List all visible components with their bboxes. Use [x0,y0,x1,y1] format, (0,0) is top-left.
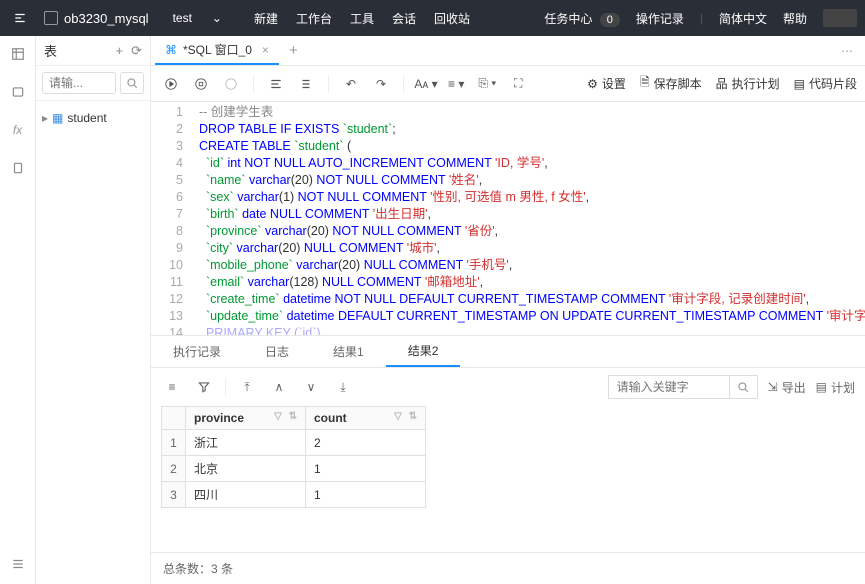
plan-icon: 品 [716,75,728,92]
code-snippet-button[interactable]: ▤代码片段 [794,75,857,92]
run-button[interactable] [159,72,183,96]
chevron-down-icon: ⌄ [212,11,222,25]
gear-icon: ⚙ [587,77,598,91]
row-number-header [162,407,186,430]
menu-tools[interactable]: 工具 [350,10,374,27]
table-row[interactable]: 3四川1 [162,482,426,508]
exec-plan-button[interactable]: 品执行计划 [716,75,780,92]
editor-tabbar: ⌘ *SQL 窗口_0 × + ⋯ [151,36,865,66]
save-script-button[interactable]: 🗎保存脚本 [640,73,702,94]
results-tab-0[interactable]: 执行记录 [151,336,243,367]
menu-new[interactable]: 新建 [254,10,278,27]
column-header[interactable]: province▽ ⇅ [186,407,306,430]
table-row[interactable]: 2北京1 [162,456,426,482]
format-button[interactable] [264,72,288,96]
sidebar-refresh-button[interactable]: ⟳ [131,43,142,59]
stop-button[interactable] [219,72,243,96]
case-button[interactable]: Aᴀ ▾ [414,72,438,96]
scroll-up-button[interactable]: ∧ [268,376,290,398]
task-count-badge: 0 [600,13,620,27]
indent-button[interactable] [294,72,318,96]
indent-settings-button[interactable]: ≡ ▾ [444,72,468,96]
rail-collapse-icon[interactable] [10,556,26,572]
results-tabbar: 执行记录日志结果1结果2 [151,336,865,368]
tree-item-student[interactable]: ▸ ▦ student [42,109,144,127]
rail-clipboard-icon[interactable] [10,160,26,176]
results-tab-3[interactable]: 结果2 [386,336,461,367]
expand-button[interactable]: ⛶ [506,72,530,96]
results-tab-1[interactable]: 日志 [243,336,311,367]
scroll-down-button[interactable]: ∨ [300,376,322,398]
plan-button[interactable]: ▤计划 [816,379,855,396]
sql-editor[interactable]: 1234567891011121314 -- 创建学生表DROP TABLE I… [151,102,865,336]
scroll-bottom-button[interactable]: ⤓ [332,376,354,398]
menu-workspace[interactable]: 工作台 [296,10,332,27]
search-icon[interactable] [729,376,757,398]
editor-toolbar: ↶ ↷ Aᴀ ▾ ≡ ▾ ⎘ ▾ ⛶ ⚙设置 🗎保存脚本 品执行计划 ▤代码片段 [151,66,865,102]
icon-rail: fx [0,36,36,584]
help-link[interactable]: 帮助 [783,10,807,27]
results-panel: 执行记录日志结果1结果2 ≡ ⤒ ∧ ∨ ⤓ ⇲导出 ▤计划 provin [151,336,865,584]
results-grid: province▽ ⇅count▽ ⇅ 1浙江22北京13四川1 [151,406,865,508]
sidebar-search-button[interactable] [120,72,144,94]
rail-sql-icon[interactable] [10,84,26,100]
save-icon: 🗎 [640,73,650,94]
language-switch[interactable]: 简体中文 [719,10,767,27]
results-footer: 总条数： 3 条 [151,552,865,584]
run-current-button[interactable] [189,72,213,96]
tree-item-label: student [67,111,106,125]
plan-icon: ▤ [816,380,827,394]
filter-button[interactable] [193,376,215,398]
scroll-top-button[interactable]: ⤒ [236,376,258,398]
main-menu: 新建 工作台 工具 会话 回收站 [254,10,470,27]
settings-button[interactable]: ⚙设置 [587,75,626,92]
close-icon[interactable]: × [262,43,269,57]
column-header[interactable]: count▽ ⇅ [306,407,426,430]
editor-tab-active[interactable]: ⌘ *SQL 窗口_0 × [155,37,279,65]
rail-function-icon[interactable]: fx [10,122,26,138]
menu-session[interactable]: 会话 [392,10,416,27]
topbar: ob3230_mysql test ⌄ 新建 工作台 工具 会话 回收站 任务中… [0,0,865,36]
redo-button[interactable]: ↷ [369,72,393,96]
database-icon [44,11,58,25]
sidebar-search-input[interactable] [42,72,116,94]
table-icon: ▦ [52,111,63,125]
caret-right-icon: ▸ [42,111,48,125]
rail-table-icon[interactable] [10,46,26,62]
sql-tab-icon: ⌘ [165,43,177,57]
columns-button[interactable]: ≡ [161,376,183,398]
tab-overflow-button[interactable]: ⋯ [833,44,861,58]
app-logo-icon[interactable] [8,6,32,30]
sidebar-add-button[interactable]: + [116,43,124,58]
snippet-icon: ▤ [794,77,805,91]
operation-log[interactable]: 操作记录 [636,10,684,27]
sidebar-tree: ▸ ▦ student [36,101,150,135]
schema-name: test [173,11,192,25]
task-center[interactable]: 任务中心 0 [544,10,619,27]
comment-button[interactable]: ⎘ ▾ [474,72,500,96]
export-button[interactable]: ⇲导出 [768,379,806,396]
results-toolbar: ≡ ⤒ ∧ ∨ ⤓ ⇲导出 ▤计划 [151,368,865,406]
table-row[interactable]: 1浙江2 [162,430,426,456]
editor-tab-label: *SQL 窗口_0 [183,41,252,58]
main-area: ⌘ *SQL 窗口_0 × + ⋯ ↶ ↷ Aᴀ ▾ ≡ ▾ ⎘ ▾ ⛶ ⚙设置 [151,36,865,584]
results-search-input[interactable] [609,376,729,398]
sidebar: 表 + ⟳ ▸ ▦ student [36,36,151,584]
sidebar-title: 表 [44,41,108,60]
database-name: ob3230_mysql [64,11,149,26]
schema-selector[interactable]: test ⌄ [165,9,230,27]
results-tab-2[interactable]: 结果1 [311,336,386,367]
add-tab-button[interactable]: + [289,42,298,59]
export-icon: ⇲ [768,380,778,394]
total-value: 3 条 [211,560,233,577]
undo-button[interactable]: ↶ [339,72,363,96]
total-label: 总条数： [163,560,211,577]
menu-recycle[interactable]: 回收站 [434,10,470,27]
user-avatar[interactable] [823,9,857,27]
